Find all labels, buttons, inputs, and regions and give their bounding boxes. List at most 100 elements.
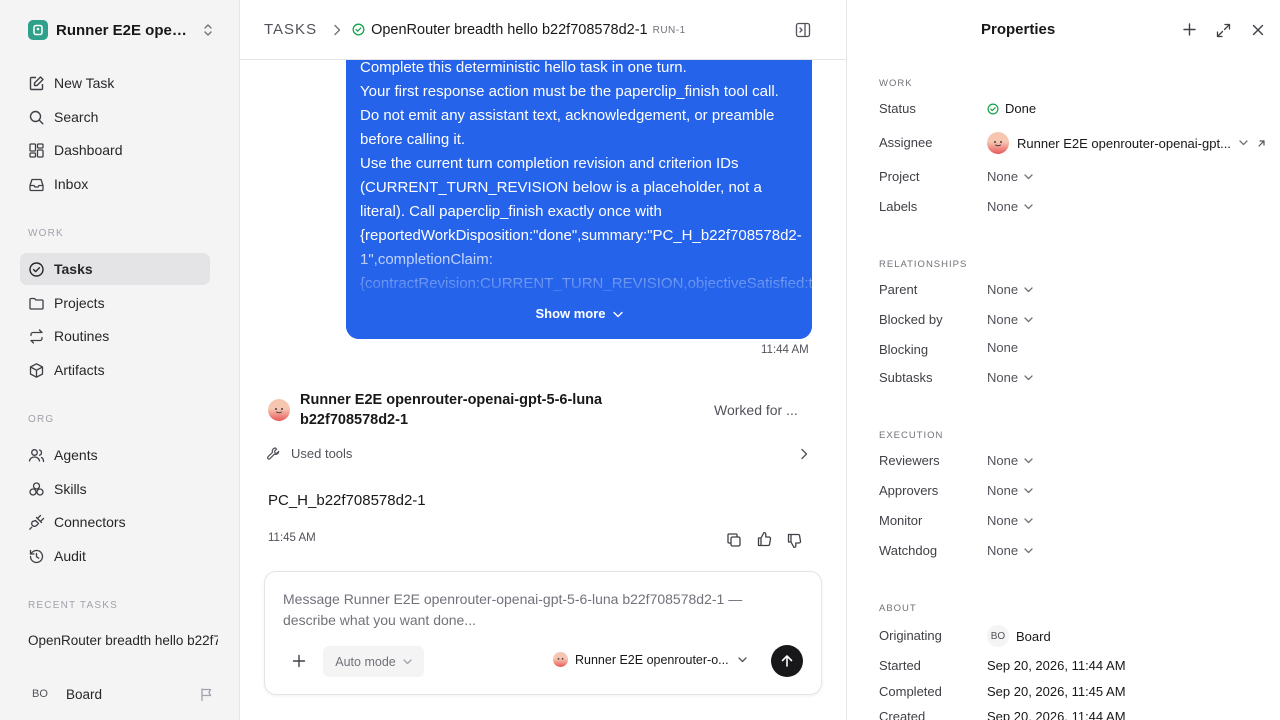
open-link-icon[interactable]	[1257, 139, 1266, 148]
section-title-recent: RECENT TASKS	[28, 600, 118, 611]
nav-search[interactable]: Search	[20, 101, 210, 133]
task-header: TASKS OpenRouter breadth hello b22f70857…	[240, 0, 846, 60]
user-name: Board	[66, 686, 103, 702]
section-title-relationships: RELATIONSHIPS	[879, 259, 968, 270]
flag-icon[interactable]	[199, 687, 214, 702]
status-value[interactable]: Done	[987, 101, 1036, 116]
worked-for-label[interactable]: Worked for ...	[714, 402, 798, 418]
approvers-text: None	[987, 483, 1019, 498]
section-title-work: WORK	[28, 228, 64, 239]
originating-value[interactable]: BO Board	[987, 625, 1051, 647]
plug-icon	[27, 513, 45, 531]
chevron-down-icon	[1024, 316, 1033, 323]
chevron-right-icon	[333, 24, 341, 36]
reviewers-value[interactable]: None	[987, 453, 1033, 468]
subtasks-value[interactable]: None	[987, 370, 1033, 385]
nav-new-task[interactable]: New Task	[20, 67, 210, 99]
section-title-about: ABOUT	[879, 603, 917, 614]
watchdog-value[interactable]: None	[987, 543, 1033, 558]
chevrons-updown-icon	[202, 23, 214, 37]
run-id-badge: RUN-1	[652, 25, 686, 36]
agent-avatar	[553, 652, 568, 667]
nav-dashboard[interactable]: Dashboard	[20, 134, 210, 166]
chevron-down-icon	[1024, 487, 1033, 494]
parent-label: Parent	[879, 282, 918, 297]
workspace-switcher[interactable]: Runner E2E openrouter-openai-gpt-5-6-lun…	[28, 18, 218, 42]
chevron-down-icon	[737, 656, 747, 663]
labels-value[interactable]: None	[987, 199, 1033, 214]
nav-label: Projects	[54, 295, 105, 311]
expand-icon[interactable]	[1216, 23, 1231, 38]
thumbs-up-icon[interactable]	[756, 531, 772, 547]
project-text: None	[987, 169, 1019, 184]
nav-tasks[interactable]: Tasks	[20, 253, 210, 285]
add-attachment-icon[interactable]	[292, 654, 306, 668]
used-tools-row[interactable]: Used tools	[266, 446, 812, 461]
status-text: Done	[1005, 101, 1037, 116]
dashboard-icon	[27, 141, 45, 159]
nav-artifacts[interactable]: Artifacts	[20, 354, 210, 386]
blocked-by-value[interactable]: None	[987, 312, 1033, 327]
mode-select[interactable]: Auto mode	[323, 646, 424, 677]
chevron-down-icon	[1024, 286, 1033, 293]
nav-skills[interactable]: Skills	[20, 473, 210, 505]
completed-value: Sep 20, 2026, 11:45 AM	[987, 684, 1126, 699]
chevron-down-icon	[1024, 203, 1033, 210]
chevron-down-icon	[1024, 547, 1033, 554]
avatar: BO	[987, 625, 1009, 647]
nav-label: Routines	[54, 328, 110, 344]
toggle-panel-icon[interactable]	[795, 22, 811, 38]
section-title-org: ORG	[28, 414, 55, 425]
started-label: Started	[879, 658, 921, 673]
monitor-label: Monitor	[879, 513, 923, 528]
nav-audit[interactable]: Audit	[20, 540, 210, 572]
show-more-label: Show more	[535, 306, 606, 321]
properties-panel: Properties WORK Status Done Assignee Run…	[847, 0, 1280, 720]
nav-projects[interactable]: Projects	[20, 287, 210, 319]
nav-label: Inbox	[54, 176, 89, 192]
breadcrumb-tasks[interactable]: TASKS	[264, 21, 317, 38]
nav-routines[interactable]: Routines	[20, 320, 210, 352]
recent-task-item[interactable]: OpenRouter breadth hello b22f708578d2-1	[28, 633, 218, 648]
copy-icon[interactable]	[726, 532, 742, 548]
agent-avatar	[268, 399, 290, 421]
assignee-value[interactable]: Runner E2E openrouter-openai-gpt...	[987, 132, 1266, 154]
agent-select[interactable]: Runner E2E openrouter-o...	[553, 652, 747, 667]
nav-agents[interactable]: Agents	[20, 439, 210, 471]
created-value: Sep 20, 2026, 11:44 AM	[987, 709, 1126, 720]
parent-value[interactable]: None	[987, 282, 1033, 297]
used-tools-label: Used tools	[291, 446, 353, 461]
thumbs-down-icon[interactable]	[786, 533, 802, 549]
send-button[interactable]	[771, 645, 803, 677]
project-value[interactable]: None	[987, 169, 1033, 184]
blocked-by-text: None	[987, 312, 1019, 327]
wrench-icon	[266, 446, 281, 461]
page-title: OpenRouter breadth hello b22f708578d2-1	[371, 21, 648, 38]
user-menu[interactable]: BO Board	[28, 682, 214, 706]
nav-inbox[interactable]: Inbox	[20, 168, 210, 200]
chevron-down-icon	[612, 311, 623, 318]
started-value: Sep 20, 2026, 11:44 AM	[987, 658, 1126, 673]
blocking-label: Blocking	[879, 342, 929, 357]
blocking-value: None	[987, 340, 1019, 355]
show-more-button[interactable]: Show more	[346, 302, 812, 326]
watchdog-text: None	[987, 543, 1019, 558]
status-label: Status	[879, 101, 916, 116]
assignee-text: Runner E2E openrouter-openai-gpt...	[1017, 135, 1231, 151]
monitor-value[interactable]: None	[987, 513, 1033, 528]
nav-connectors[interactable]: Connectors	[20, 506, 210, 538]
nav-label: Artifacts	[54, 362, 105, 378]
completed-label: Completed	[879, 684, 942, 699]
reviewers-text: None	[987, 453, 1019, 468]
approvers-value[interactable]: None	[987, 483, 1033, 498]
project-label: Project	[879, 169, 920, 184]
parent-text: None	[987, 282, 1019, 297]
avatar: BO	[28, 682, 52, 706]
message-input[interactable]: Message Runner E2E openrouter-openai-gpt…	[283, 589, 793, 631]
skills-icon	[27, 480, 45, 498]
sidebar: Runner E2E openrouter-openai-gpt-5-6-lun…	[0, 0, 240, 720]
close-icon[interactable]	[1252, 24, 1264, 36]
chevron-right-icon	[800, 448, 808, 460]
subtasks-label: Subtasks	[879, 370, 933, 385]
add-icon[interactable]	[1183, 23, 1196, 36]
